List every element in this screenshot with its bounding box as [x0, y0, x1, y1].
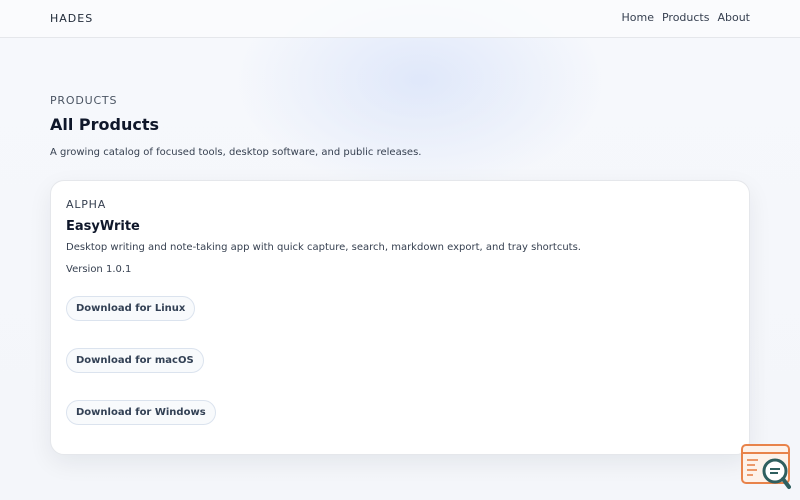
page-title: All Products [50, 115, 160, 134]
download-linux-button[interactable]: Download for Linux [66, 296, 196, 321]
section-eyebrow: PRODUCTS [50, 94, 118, 107]
chat-search-icon [741, 444, 791, 489]
page-hero: PRODUCTS All Products A growing catalog … [50, 94, 750, 158]
product-version: Version 1.0.1 [66, 264, 132, 275]
main-nav: Home Products About [621, 11, 750, 24]
download-macos-button[interactable]: Download for macOS [66, 348, 204, 373]
chat-search-widget[interactable] [741, 444, 791, 490]
product-name: EasyWrite [66, 219, 140, 234]
product-status-badge: ALPHA [66, 198, 107, 211]
product-description: Desktop writing and note-taking app with… [66, 242, 581, 253]
page-description: A growing catalog of focused tools, desk… [50, 147, 422, 158]
nav-about-link[interactable]: About [717, 11, 750, 24]
nav-home-link[interactable]: Home [621, 11, 653, 24]
top-navigation-bar: HADES Home Products About [0, 0, 800, 38]
download-windows-button[interactable]: Download for Windows [66, 400, 216, 425]
product-card-easywrite: ALPHA EasyWrite Desktop writing and note… [50, 180, 750, 455]
nav-products-link[interactable]: Products [662, 11, 710, 24]
brand-logo[interactable]: HADES [50, 12, 93, 25]
download-button-group: Download for Linux Download for macOS Do… [66, 296, 734, 425]
